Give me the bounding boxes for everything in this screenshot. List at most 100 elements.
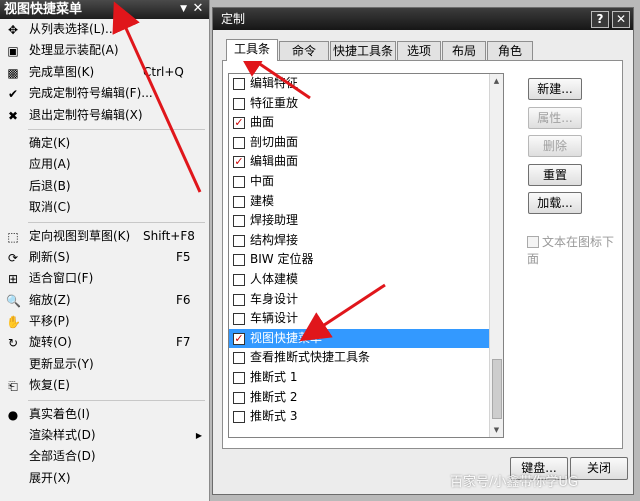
menu-item-label: 完成定制符号编辑(F)...: [29, 86, 153, 101]
menu-close-icon[interactable]: ✕: [190, 1, 206, 17]
menu-item[interactable]: ▩ 完成草图(K) Ctrl+Q: [0, 62, 209, 83]
toolbar-checkbox[interactable]: [233, 391, 245, 404]
orient-view-icon: ⬚: [7, 229, 19, 244]
toolbar-checkbox[interactable]: [233, 97, 245, 110]
toolbar-list-item[interactable]: 推断式 1: [229, 368, 503, 388]
toolbar-list-item[interactable]: 推断式 3: [229, 407, 503, 427]
side-button-3[interactable]: 重置: [528, 164, 582, 186]
toolbar-list: 编辑特征特征重放 ✓ 曲面 剖切曲面 ✓ 编辑曲面 中面 建模 焊接助理 结构焊接 BIW 定位器人…: [228, 73, 504, 438]
toolbar-checkbox[interactable]: [233, 78, 245, 90]
toolbar-list-item[interactable]: 结构焊接: [229, 231, 503, 251]
toolbar-checkbox[interactable]: [233, 254, 245, 267]
toolbar-checkbox[interactable]: ✓: [233, 117, 245, 130]
close-button[interactable]: 关闭: [570, 457, 628, 480]
zoom-icon: 🔍: [6, 293, 21, 308]
toolbar-list-item[interactable]: ✓ 视图快捷菜单: [229, 328, 503, 349]
tab-3[interactable]: 选项: [397, 41, 441, 60]
toolbar-list-item[interactable]: ✓ 编辑曲面: [229, 152, 503, 172]
toolbar-checkbox[interactable]: [233, 175, 245, 188]
toolbar-checkbox[interactable]: [233, 234, 245, 247]
menu-item[interactable]: ⟳ 刷新(S) F5: [0, 247, 209, 268]
menu-item-label: 后退(B): [29, 178, 71, 193]
scroll-up-icon[interactable]: ▲: [490, 74, 503, 88]
tab-0[interactable]: 工具条: [226, 39, 278, 61]
toolbar-list-item[interactable]: ✓ 曲面: [229, 113, 503, 133]
menu-item-label: 适合窗口(F): [29, 271, 94, 286]
toolbar-checkbox[interactable]: ✓: [233, 332, 245, 345]
menu-item[interactable]: ✖ 退出定制符号编辑(X): [0, 105, 209, 126]
menu-item-label: 旋转(O): [29, 335, 72, 350]
dialog-title-bar: 定制 ? ✕: [213, 8, 633, 30]
toolbar-checkbox[interactable]: [233, 313, 245, 326]
menu-item-label: 刷新(S): [29, 249, 70, 264]
customize-dialog: 定制 ? ✕ 工具条 命令 快捷工具条 选项 布局 角色 编辑特征 特征重放 ✓ 曲面 剖切曲面 ✓…: [212, 7, 634, 495]
close-window-button[interactable]: ✕: [612, 11, 630, 28]
help-button[interactable]: ?: [591, 11, 609, 28]
toolbar-list-item[interactable]: 特征重放: [229, 94, 503, 114]
menu-item[interactable]: ↻ 旋转(O) F7: [0, 332, 209, 353]
tab-5[interactable]: 角色: [487, 41, 533, 60]
menu-item[interactable]: 渲染样式(D) ▶: [0, 425, 209, 446]
toolbar-list-item[interactable]: 编辑特征: [229, 74, 503, 94]
toolbar-list-item[interactable]: 中面: [229, 172, 503, 192]
menu-item[interactable]: 应用(A): [0, 154, 209, 175]
menu-item[interactable]: ✔ 完成定制符号编辑(F)...: [0, 83, 209, 104]
side-button-0[interactable]: 新建...: [528, 78, 582, 100]
side-button-2[interactable]: 删除: [528, 135, 582, 157]
menu-item-label: 渲染样式(D): [29, 428, 96, 443]
toolbar-list-item[interactable]: 车身设计: [229, 290, 503, 310]
toolbar-list-item[interactable]: 人体建模: [229, 270, 503, 290]
list-scrollbar[interactable]: ▲ ▼: [489, 74, 503, 437]
display-assembly-icon: ▣: [7, 44, 19, 59]
toolbar-list-item[interactable]: 建模: [229, 192, 503, 212]
menu-item[interactable]: 🔍 缩放(Z) F6: [0, 290, 209, 311]
toolbar-list-item[interactable]: 焊接助理: [229, 211, 503, 231]
menu-item[interactable]: ⊞ 适合窗口(F): [0, 268, 209, 289]
toolbar-checkbox[interactable]: [233, 411, 245, 424]
scroll-down-icon[interactable]: ▼: [490, 423, 503, 437]
menu-dropdown-icon[interactable]: ▼: [180, 0, 187, 19]
menu-item-label: 缩放(Z): [29, 292, 71, 307]
menu-item[interactable]: ▣ 处理显示装配(A): [0, 40, 209, 61]
toolbar-list-item[interactable]: BIW 定位器: [229, 250, 503, 270]
toolbar-list-item[interactable]: 推断式 2: [229, 388, 503, 408]
menu-item[interactable]: 展开(X): [0, 468, 209, 489]
menu-item-label: 取消(C): [29, 200, 71, 215]
side-button-1[interactable]: 属性...: [528, 107, 582, 129]
toolbar-checkbox[interactable]: [233, 273, 245, 286]
toolbar-checkbox[interactable]: ✓: [233, 156, 245, 169]
menu-item-shortcut: F5: [176, 249, 191, 264]
menu-item[interactable]: 全部适合(D): [0, 446, 209, 467]
menu-item[interactable]: ⎗ 恢复(E): [0, 375, 209, 396]
menu-item[interactable]: ✋ 平移(P): [0, 311, 209, 332]
toolbar-list-label: 车身设计: [250, 291, 299, 306]
toolbar-checkbox[interactable]: [233, 293, 245, 306]
menu-separator: [28, 221, 205, 223]
toolbar-checkbox[interactable]: [233, 215, 245, 228]
menu-item[interactable]: ● 真实着色(I): [0, 404, 209, 425]
menu-item[interactable]: 确定(K): [0, 133, 209, 154]
tab-2[interactable]: 快捷工具条: [330, 41, 396, 60]
menu-item[interactable]: ⬚ 定向视图到草图(K) Shift+F8: [0, 226, 209, 247]
menu-item[interactable]: 更新显示(Y): [0, 354, 209, 375]
tab-4[interactable]: 布局: [442, 41, 486, 60]
toolbar-list-item[interactable]: 车辆设计: [229, 309, 503, 329]
menu-item-label: 确定(K): [29, 135, 71, 150]
toolbar-list-item[interactable]: 剖切曲面: [229, 133, 503, 153]
menu-item-label: 应用(A): [29, 157, 71, 172]
toolbar-checkbox[interactable]: [233, 352, 245, 365]
menu-item[interactable]: ✥ 从列表选择(L)...: [0, 19, 209, 40]
side-button-4[interactable]: 加载...: [528, 192, 582, 214]
toolbar-checkbox[interactable]: [233, 136, 245, 149]
scroll-thumb[interactable]: [492, 359, 502, 419]
tab-1[interactable]: 命令: [279, 41, 329, 60]
toolbar-checkbox[interactable]: [233, 195, 245, 208]
menu-items: ✥ 从列表选择(L)... ▣ 处理显示装配(A) ▩ 完成草图(K) Ctrl+Q ✔ 完成定…: [0, 19, 209, 489]
menu-item-label: 完成草图(K): [29, 64, 95, 79]
text-below-icon-option: 文本在图标下面: [527, 233, 622, 267]
menu-item[interactable]: 后退(B): [0, 176, 209, 197]
toolbar-list-label: 编辑特征: [250, 76, 299, 90]
toolbar-list-item[interactable]: 查看推断式快捷工具条: [229, 348, 503, 368]
toolbar-checkbox[interactable]: [233, 371, 245, 384]
menu-item[interactable]: 取消(C): [0, 197, 209, 218]
